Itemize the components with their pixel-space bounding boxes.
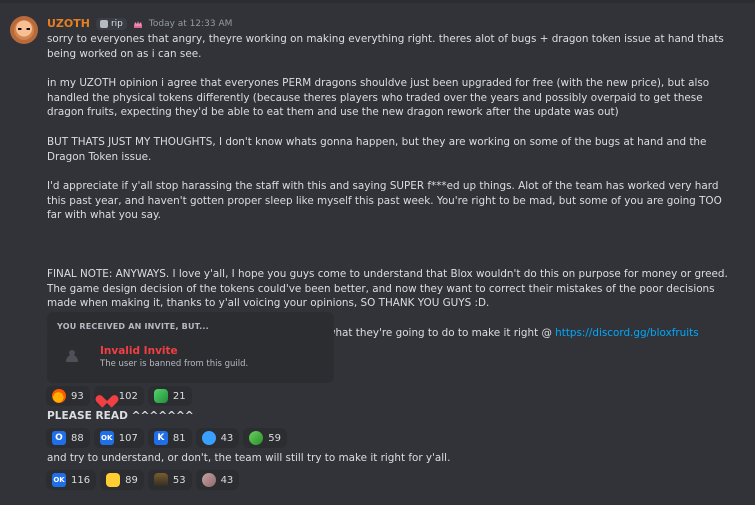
reaction-ok[interactable]: OK 107 xyxy=(93,428,144,448)
crab-icon xyxy=(201,473,216,487)
ok-icon: OK xyxy=(99,431,114,445)
reaction-bottle[interactable]: 53 xyxy=(147,470,192,490)
author-tag[interactable]: rip xyxy=(95,18,127,30)
message-paragraph-4: I'd appreciate if y'all stop harassing t… xyxy=(47,180,722,222)
message-paragraph-2: in my UZOTH opinion i agree that everyon… xyxy=(47,77,710,119)
bottle-icon xyxy=(153,473,168,487)
reaction-k[interactable]: K 81 xyxy=(147,428,192,448)
reaction-count: 43 xyxy=(220,474,234,486)
message-paragraph-5: FINAL NOTE: ANYWAYS. I love y'all, I hop… xyxy=(47,267,728,310)
ghost-icon xyxy=(201,431,216,445)
reaction-fire[interactable]: 93 xyxy=(46,386,90,406)
thumbs-up-icon xyxy=(106,473,121,487)
fire-icon xyxy=(52,389,66,403)
message-paragraph-1: sorry to everyones that angry, theyre wo… xyxy=(47,33,724,60)
invalid-invite-icon xyxy=(66,350,78,362)
reaction-thumbs-up[interactable]: 89 xyxy=(100,470,144,490)
reaction-count: 107 xyxy=(118,432,138,444)
reaction-ok-2[interactable]: OK 116 xyxy=(46,470,97,490)
reaction-heart[interactable]: 102 xyxy=(93,386,144,406)
dragon-icon xyxy=(153,389,168,403)
tag-text: rip xyxy=(110,19,123,29)
reaction-count: 102 xyxy=(118,390,138,402)
tag-icon xyxy=(99,20,108,28)
crown-icon xyxy=(133,21,142,28)
reactions-row-2: O 88 OK 107 K 81 43 59 xyxy=(46,428,288,448)
plant-icon xyxy=(249,431,264,445)
o-icon: O xyxy=(52,431,66,445)
top-edge xyxy=(0,0,755,3)
reaction-dragon[interactable]: 21 xyxy=(147,386,192,406)
reaction-ghost[interactable]: 43 xyxy=(195,428,240,448)
reaction-count: 21 xyxy=(172,390,186,402)
reaction-o[interactable]: O 88 xyxy=(46,428,90,448)
discord-link[interactable]: https://discord.gg/bloxfruits xyxy=(555,327,698,339)
final-line: and try to understand, or don't, the tea… xyxy=(47,452,451,464)
invalid-invite-text: Invalid Invite xyxy=(100,345,178,357)
reaction-count: 88 xyxy=(71,432,84,444)
reaction-count: 93 xyxy=(71,390,84,402)
message-paragraph-3: BUT THATS JUST MY THOUGHTS, I don't know… xyxy=(47,135,707,163)
invite-title: YOU RECEIVED AN INVITE, BUT... xyxy=(57,322,209,331)
k-icon: K xyxy=(153,431,168,445)
invalid-invite-subtitle: The user is banned from this guild. xyxy=(100,359,249,369)
reaction-count: 116 xyxy=(71,474,91,486)
reaction-count: 59 xyxy=(268,432,282,444)
message-header: UZOTH rip Today at 12:33 AM xyxy=(47,16,232,32)
ok-icon: OK xyxy=(52,473,66,487)
reaction-count: 89 xyxy=(125,474,138,486)
avatar[interactable] xyxy=(10,16,38,44)
reaction-crab[interactable]: 43 xyxy=(195,470,240,490)
heart-icon xyxy=(100,389,114,403)
message-content: sorry to everyones that angry, theyre wo… xyxy=(47,32,737,340)
reaction-count: 53 xyxy=(172,474,186,486)
reactions-row-3: OK 116 89 53 43 xyxy=(46,470,240,490)
author-name[interactable]: UZOTH xyxy=(47,16,90,32)
reaction-count: 43 xyxy=(220,432,234,444)
avatar-eyes xyxy=(18,28,30,30)
invite-card: YOU RECEIVED AN INVITE, BUT... Invalid I… xyxy=(47,312,334,383)
reactions-row-1: 93 102 21 xyxy=(46,386,192,406)
timestamp: Today at 12:33 AM xyxy=(148,19,233,29)
reaction-plant[interactable]: 59 xyxy=(243,428,288,448)
avatar-glow xyxy=(14,20,34,40)
please-read-line: PLEASE READ ^^^^^^^ xyxy=(47,410,194,422)
reaction-count: 81 xyxy=(172,432,186,444)
